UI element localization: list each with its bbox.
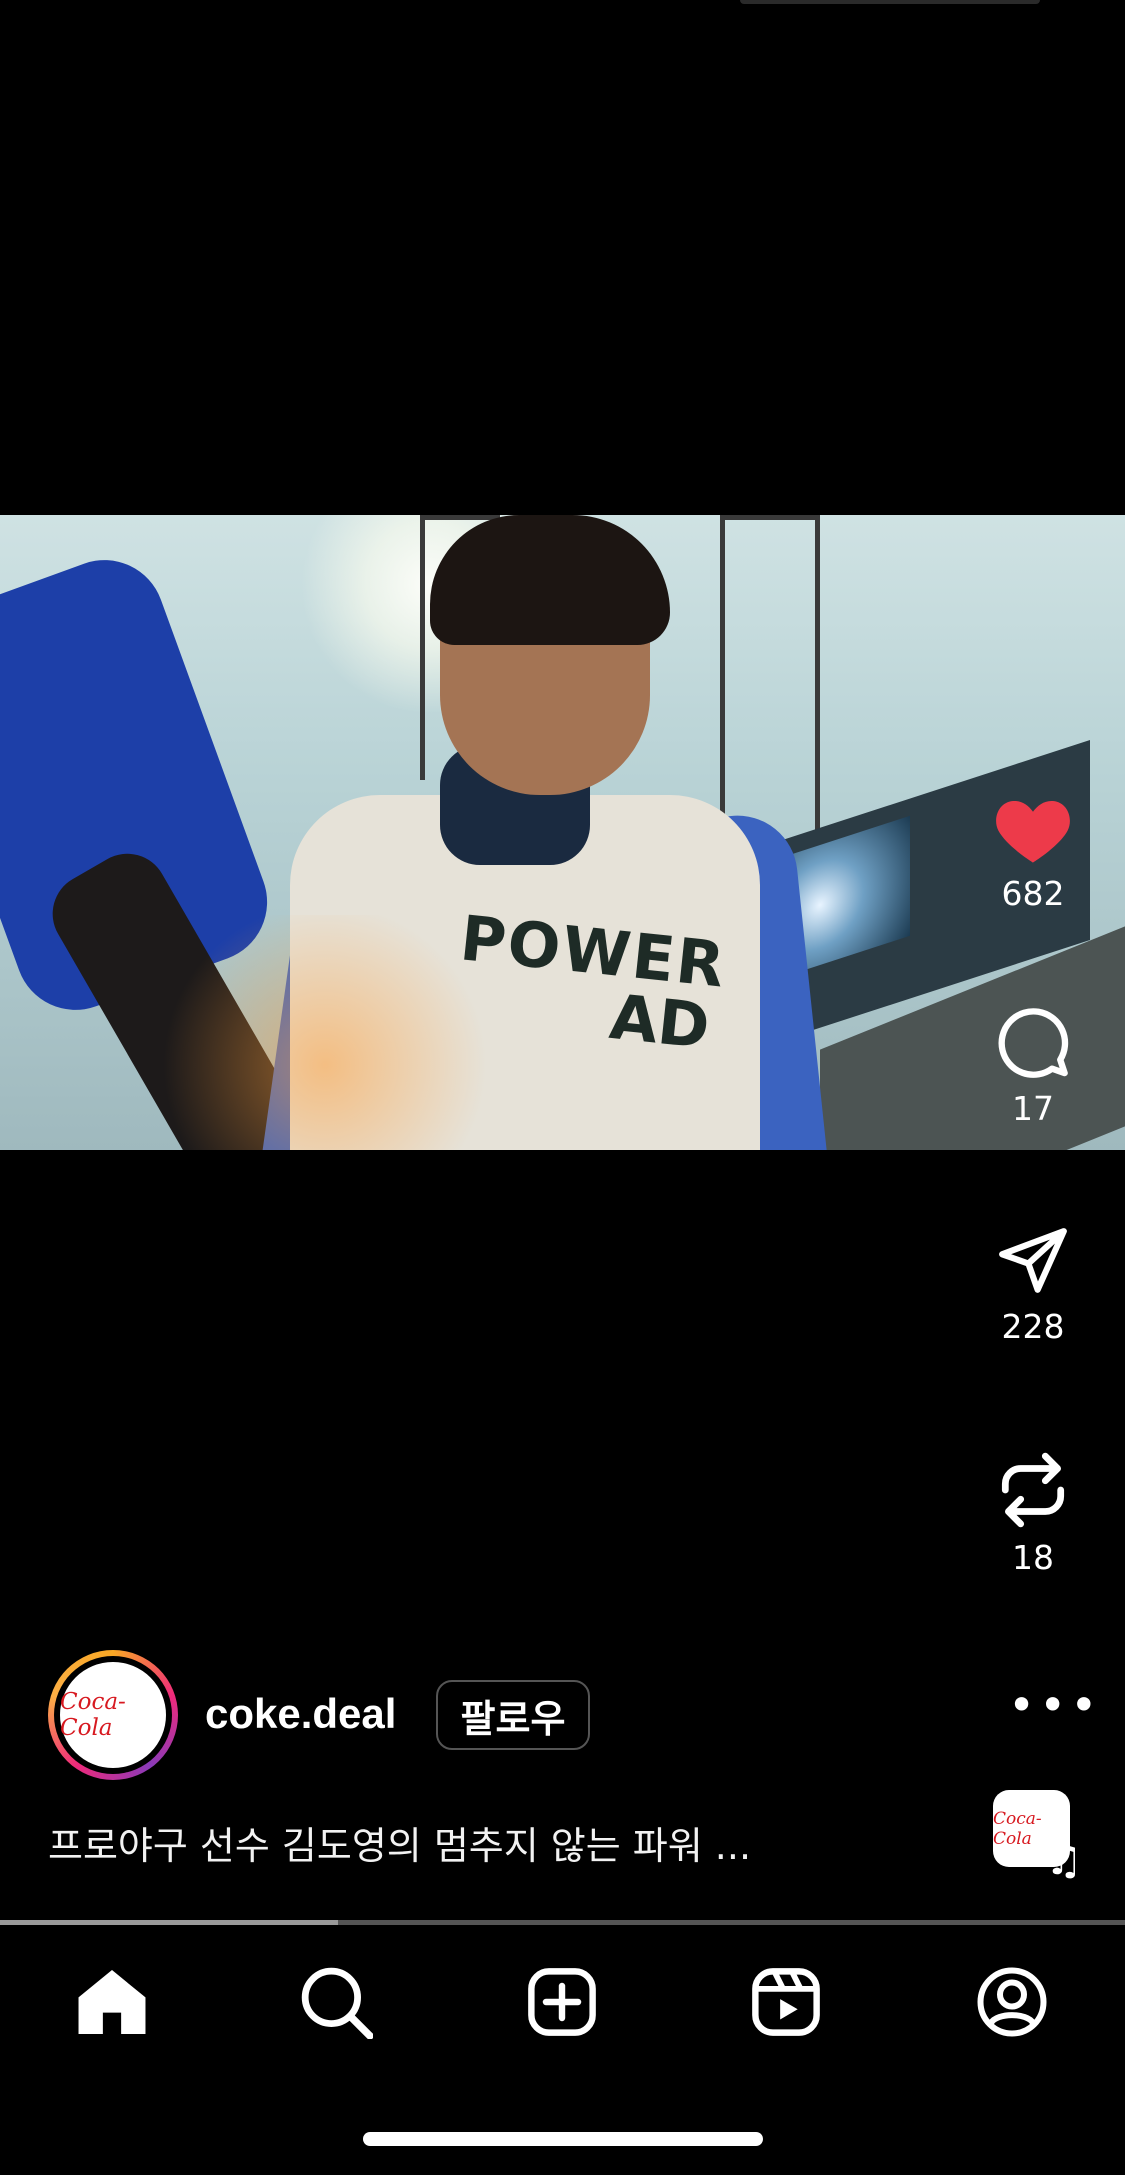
- more-icon[interactable]: •••: [1008, 1678, 1101, 1732]
- comment-count: 17: [1012, 1089, 1054, 1128]
- reels-icon: [752, 1968, 820, 2036]
- comment-icon: [998, 1008, 1069, 1078]
- comment-button[interactable]: 17: [973, 1005, 1093, 1128]
- follow-button[interactable]: 팔로우: [436, 1680, 590, 1750]
- reel-video[interactable]: POWER AD: [0, 515, 1125, 1150]
- repost-icon: [1001, 1452, 1065, 1528]
- music-note-icon: ♫: [1045, 1835, 1083, 1884]
- like-button[interactable]: 682: [973, 790, 1093, 913]
- home-indicator: [363, 2132, 763, 2146]
- profile-icon: [977, 1967, 1047, 2037]
- nav-search[interactable]: [296, 1962, 376, 2042]
- avatar[interactable]: Coca-Cola: [48, 1650, 178, 1780]
- share-count: 228: [1001, 1307, 1065, 1346]
- repost-count: 18: [1012, 1538, 1054, 1577]
- coca-cola-logo: Coca-Cola: [60, 1662, 166, 1768]
- nav-reels[interactable]: [746, 1962, 826, 2042]
- nav-profile[interactable]: [972, 1962, 1052, 2042]
- username[interactable]: coke.deal: [205, 1690, 396, 1738]
- nav-home[interactable]: [72, 1962, 152, 2042]
- share-button[interactable]: 228: [973, 1225, 1093, 1346]
- light-tower-right: [720, 515, 820, 850]
- like-count: 682: [1001, 874, 1065, 913]
- create-icon: [528, 1968, 596, 2036]
- repost-button[interactable]: 18: [973, 1450, 1093, 1577]
- lens-flare: [150, 915, 500, 1150]
- heart-icon: [996, 800, 1070, 863]
- search-icon: [301, 1967, 373, 2039]
- status-notch: [740, 0, 1040, 4]
- home-icon: [78, 1970, 146, 2034]
- jersey-text-bottom: AD: [606, 980, 713, 1063]
- caption[interactable]: 프로야구 선수 김도영의 멈추지 않는 파워 ...: [48, 1815, 751, 1870]
- player-hair: [430, 515, 670, 645]
- send-icon: [999, 1228, 1067, 1293]
- nav-create[interactable]: [522, 1962, 602, 2042]
